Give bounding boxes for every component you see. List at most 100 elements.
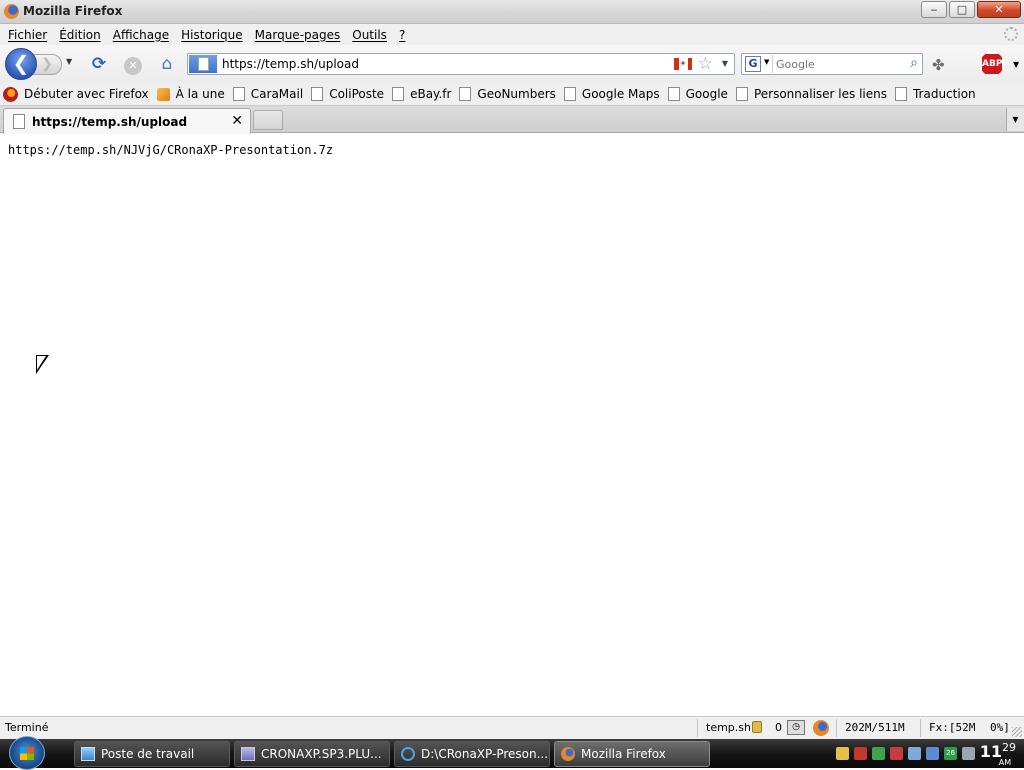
display-icon[interactable] [908, 747, 921, 760]
tab-temp-sh-upload[interactable]: https://temp.sh/upload ✕ [3, 108, 251, 134]
firefox-icon [3, 86, 18, 102]
menu-bar: Fichier Édition Affichage Historique Mar… [0, 24, 1024, 45]
addon-icon[interactable]: ✤ [932, 56, 945, 74]
bookmark-traduction[interactable]: Traduction [894, 87, 976, 101]
menu-help[interactable]: ? [393, 28, 411, 42]
taskbar-item-cronaxp-archive[interactable]: CRONAXP.SP3.PLU... [234, 741, 390, 767]
forward-icon: ❯ [41, 56, 53, 72]
bookmark-coliposte[interactable]: ColiPoste [311, 87, 384, 101]
tab-title: https://temp.sh/upload [32, 115, 188, 129]
page-icon [563, 87, 576, 101]
chevron-down-icon: ▼ [764, 58, 770, 66]
taskbar-item-explorer-folder[interactable]: D:\CRonaXP-Preson... [394, 741, 550, 767]
window-title: Mozilla Firefox [23, 4, 123, 18]
bookmark-debuter-avec-firefox[interactable]: Débuter avec Firefox [3, 86, 149, 102]
status-bar: Terminé temp.sh 0 ◷ 202M/511M Fx:[52M 0%… [0, 716, 1024, 739]
stop-icon[interactable]: ✕ [122, 53, 144, 75]
tab-bar: https://temp.sh/upload ✕ ▼ [0, 106, 1024, 134]
window-controls: ‒ □ ✕ [921, 1, 1021, 18]
taskbar-item-poste-de-travail[interactable]: Poste de travail [74, 741, 230, 767]
mouse-cursor-icon [36, 355, 49, 374]
menu-outils[interactable]: Outils [346, 28, 393, 42]
site-identity-icon[interactable] [189, 55, 217, 73]
new-tab-button[interactable] [253, 110, 283, 130]
page-content: https://temp.sh/NJVjG/CRonaXP-Presontati… [0, 134, 1024, 716]
search-bar[interactable]: G ▼ ⌕ [741, 53, 923, 75]
bookmarks-toolbar: Débuter avec Firefox À la une CaraMail C… [0, 83, 1024, 106]
reload-icon[interactable]: ⟳ [88, 53, 110, 75]
update-icon[interactable] [872, 747, 885, 760]
start-button[interactable] [9, 736, 45, 770]
page-icon [311, 87, 324, 101]
history-dropdown-icon[interactable]: ▼ [66, 57, 72, 66]
page-icon [13, 114, 25, 129]
network-warning-icon[interactable] [890, 747, 903, 760]
adblock-icon[interactable]: ABP [980, 52, 1004, 76]
page-icon [459, 87, 472, 101]
menu-fichier[interactable]: Fichier [2, 28, 53, 42]
bookmark-google-maps[interactable]: Google Maps [563, 87, 660, 101]
archive-icon [241, 747, 255, 761]
url-text[interactable]: https://temp.sh/upload [222, 57, 359, 71]
throbber-icon [1004, 27, 1018, 41]
page-icon [667, 87, 680, 101]
page-icon [232, 87, 245, 101]
security-icon[interactable] [836, 747, 849, 760]
back-icon: ❮ [12, 51, 30, 75]
bookmark-caramail[interactable]: CaraMail [232, 87, 303, 101]
badge-icon[interactable]: 26 [944, 747, 957, 760]
firefox-icon[interactable] [813, 720, 829, 736]
ie-icon [401, 747, 415, 761]
google-icon: G [745, 56, 761, 72]
navigation-toolbar: ❯ ❮ ▼ ⟳ ✕ ⌂ https://temp.sh/upload ✦ ☆ ▼… [0, 45, 1024, 83]
magnifier-icon[interactable]: ⌕ [910, 55, 918, 71]
url-dropdown-icon[interactable]: ▼ [722, 59, 728, 68]
firefox-icon [561, 747, 575, 761]
close-tab-icon[interactable]: ✕ [231, 113, 243, 129]
volume-icon[interactable] [962, 747, 975, 760]
url-bar[interactable]: https://temp.sh/upload ✦ ☆ ▼ [187, 53, 735, 75]
bookmark-personnaliser-les-liens[interactable]: Personnaliser les liens [735, 87, 887, 101]
search-engine-selector[interactable]: G ▼ [743, 55, 773, 73]
maximize-button[interactable]: □ [949, 1, 975, 18]
tab-list-dropdown-icon[interactable]: ▼ [1006, 108, 1024, 131]
search-input[interactable] [776, 56, 896, 72]
canada-flag-icon: ✦ [674, 58, 692, 70]
fx-percent: 0%] [990, 721, 1010, 734]
fx-memory: Fx:[52M [929, 721, 976, 734]
menu-edition[interactable]: Édition [53, 28, 107, 42]
page-icon [392, 87, 405, 101]
menu-historique[interactable]: Historique [175, 28, 249, 42]
browser-window: Mozilla Firefox ‒ □ ✕ Fichier Édition Af… [0, 0, 1024, 740]
page-icon [894, 87, 907, 101]
resize-grip-icon[interactable] [1012, 727, 1022, 737]
taskbar-clock[interactable]: 1129 AM [980, 741, 1016, 767]
network-icon[interactable] [926, 747, 939, 760]
taskbar: Poste de travail CRONAXP.SP3.PLU... D:\C… [0, 736, 1024, 770]
title-bar: Mozilla Firefox ‒ □ ✕ [0, 0, 1024, 24]
clock-addon-icon[interactable]: ◷ [787, 720, 805, 735]
bookmark-a-la-une[interactable]: À la une [156, 87, 225, 101]
computer-icon [81, 747, 95, 761]
adblock-dropdown-icon[interactable]: ▼ [1013, 60, 1019, 69]
memory-usage: 202M/511M [845, 721, 905, 734]
bookmark-geonumbers[interactable]: GeoNumbers [459, 87, 556, 101]
close-button[interactable]: ✕ [977, 1, 1021, 18]
antivirus-icon[interactable] [854, 747, 867, 760]
bookmark-ebay[interactable]: eBay.fr [392, 87, 451, 101]
menu-marque-pages[interactable]: Marque-pages [249, 28, 347, 42]
menu-affichage[interactable]: Affichage [107, 28, 175, 42]
rss-icon [156, 87, 170, 101]
bookmark-google[interactable]: Google [667, 87, 728, 101]
status-domain[interactable]: temp.sh [706, 721, 751, 734]
uploaded-file-link: https://temp.sh/NJVjG/CRonaXP-Presontati… [8, 143, 334, 157]
back-button[interactable]: ❮ [5, 48, 37, 80]
status-count: 0 [775, 721, 782, 734]
taskbar-item-mozilla-firefox[interactable]: Mozilla Firefox [554, 741, 710, 767]
firefox-icon [4, 4, 19, 19]
minimize-button[interactable]: ‒ [921, 1, 947, 18]
lock-icon[interactable] [752, 721, 762, 733]
bookmark-star-icon[interactable]: ☆ [698, 54, 713, 74]
home-icon[interactable]: ⌂ [156, 53, 178, 75]
status-text: Terminé [5, 721, 49, 734]
